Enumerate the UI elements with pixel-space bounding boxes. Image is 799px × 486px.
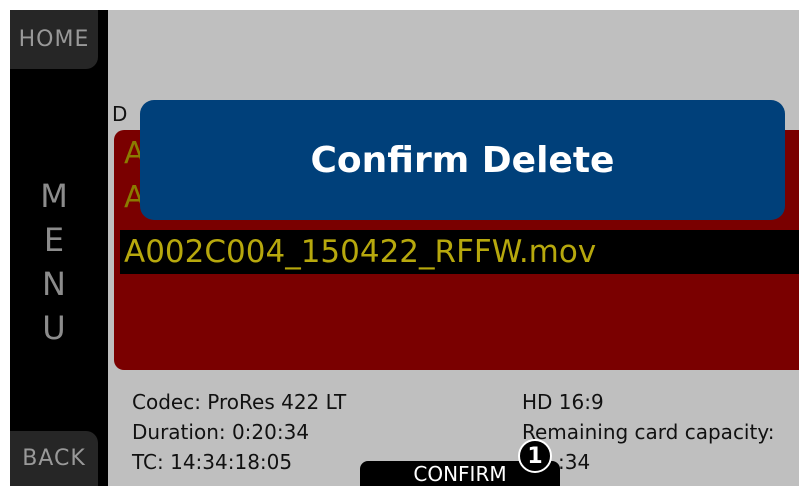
main-content: D A A A002C004_150422_RFFW.mov Codec: Pr…: [108, 10, 799, 486]
menu-letter: U: [42, 309, 66, 347]
menu-letter: N: [42, 265, 66, 303]
format-info: HD 16:9: [522, 390, 604, 414]
duration-info: Duration: 0:20:34: [132, 420, 310, 444]
section-label: D: [112, 102, 128, 126]
menu-letter: E: [43, 221, 65, 259]
timecode-info: TC: 14:34:18:05: [132, 450, 293, 474]
home-button[interactable]: HOME: [10, 10, 98, 69]
remaining-capacity-value: :34: [558, 450, 591, 474]
step-number-badge: 1: [518, 439, 552, 473]
confirm-delete-dialog: Confirm Delete: [140, 100, 785, 220]
menu-button[interactable]: M E N U: [10, 93, 98, 431]
codec-info: Codec: ProRes 422 LT: [132, 390, 347, 414]
menu-letter: M: [40, 177, 68, 215]
confirm-label: CONFIRM: [413, 462, 507, 486]
camera-screen: HOME M E N U BACK D A A A002C004_150422_…: [10, 10, 799, 486]
selected-file-row[interactable]: A002C004_150422_RFFW.mov: [120, 230, 799, 274]
dialog-title: Confirm Delete: [310, 139, 615, 181]
back-button[interactable]: BACK: [10, 431, 98, 486]
remaining-capacity-label: Remaining card capacity:: [522, 420, 775, 444]
